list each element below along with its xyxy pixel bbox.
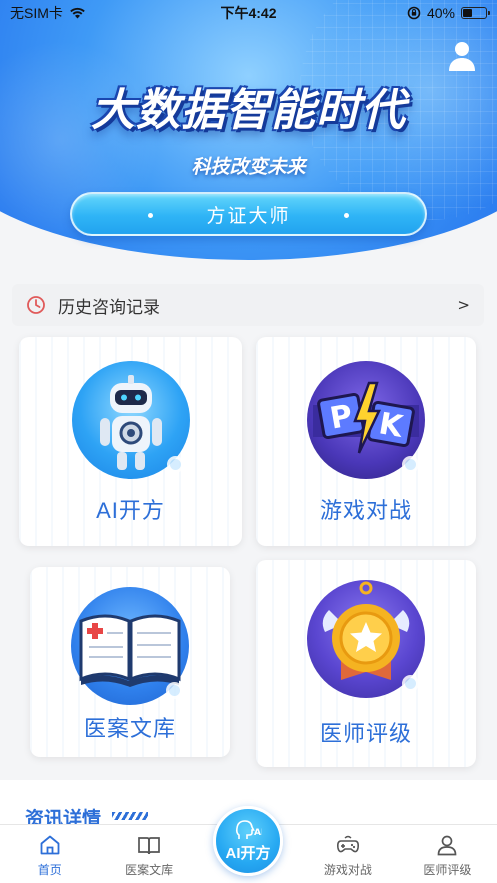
card-case-library[interactable]: 医案文库	[30, 567, 230, 757]
rotation-lock-icon	[407, 6, 421, 20]
carrier-label: 无SIM卡	[10, 5, 63, 21]
tab-home[interactable]: 首页	[0, 825, 99, 883]
history-label: 历史咨询记录	[58, 297, 160, 317]
master-button[interactable]: 方证大师	[70, 192, 427, 236]
card-game-battle[interactable]: P K 游戏对战	[256, 337, 476, 546]
card-corner-dot	[402, 456, 419, 473]
tab-ai-prescription-center[interactable]: AI AI开方	[213, 806, 283, 876]
tab-home-label: 首页	[37, 863, 62, 877]
hero-title: 大数据智能时代	[91, 86, 406, 135]
status-right: 40%	[407, 5, 490, 21]
svg-text:AI: AI	[254, 828, 262, 838]
card-rank-label: 医师评级	[319, 721, 412, 746]
tab-rating[interactable]: 医师评级	[398, 825, 497, 883]
battery-fill	[463, 9, 472, 17]
history-consult-bar[interactable]: 历史咨询记录 >	[12, 284, 484, 326]
user-outline-icon	[437, 835, 457, 856]
gamepad-icon	[336, 835, 359, 853]
hero-banner: 大数据智能时代 科技改变未来 方证大师	[0, 0, 497, 270]
hero-subtitle: 科技改变未来	[191, 157, 306, 178]
card-corner-dot	[166, 682, 183, 699]
pk-icon: P K	[307, 361, 425, 479]
master-button-label: 方证大师	[206, 205, 291, 227]
chevron-right-icon: >	[457, 296, 470, 314]
tab-game-label: 游戏对战	[323, 863, 372, 877]
tab-case-library[interactable]: 医案文库	[99, 825, 198, 883]
tab-center-label: AI开方	[225, 845, 271, 862]
home-icon	[40, 835, 60, 855]
status-left: 无SIM卡	[10, 3, 86, 23]
wifi-icon	[70, 7, 85, 19]
card-corner-dot	[402, 675, 419, 692]
book-open-icon	[138, 837, 160, 855]
card-case-label: 医案文库	[83, 716, 176, 741]
ai-head-icon: AI	[235, 820, 262, 839]
tab-rating-label: 医师评级	[423, 863, 472, 877]
card-game-label: 游戏对战	[319, 498, 412, 523]
medal-icon	[307, 580, 425, 698]
tab-case-label: 医案文库	[125, 863, 174, 877]
card-ai-label: AI开方	[96, 498, 165, 523]
robot-icon	[71, 361, 190, 479]
battery-icon	[461, 7, 490, 19]
battery-percent: 40%	[426, 5, 455, 21]
button-dot-right	[344, 213, 349, 218]
card-corner-dot	[166, 456, 184, 473]
book-icon	[71, 587, 189, 705]
button-dot-left	[148, 213, 153, 218]
user-icon[interactable]	[447, 40, 477, 72]
clock-icon	[27, 296, 45, 314]
card-ai-prescription[interactable]: AI开方	[19, 337, 242, 546]
card-doctor-rating[interactable]: 医师评级	[256, 560, 476, 767]
tab-game[interactable]: 游戏对战	[298, 825, 397, 883]
status-bar: 无SIM卡 下午4:42 40%	[0, 0, 497, 26]
title-stripes-decoration	[112, 812, 148, 820]
